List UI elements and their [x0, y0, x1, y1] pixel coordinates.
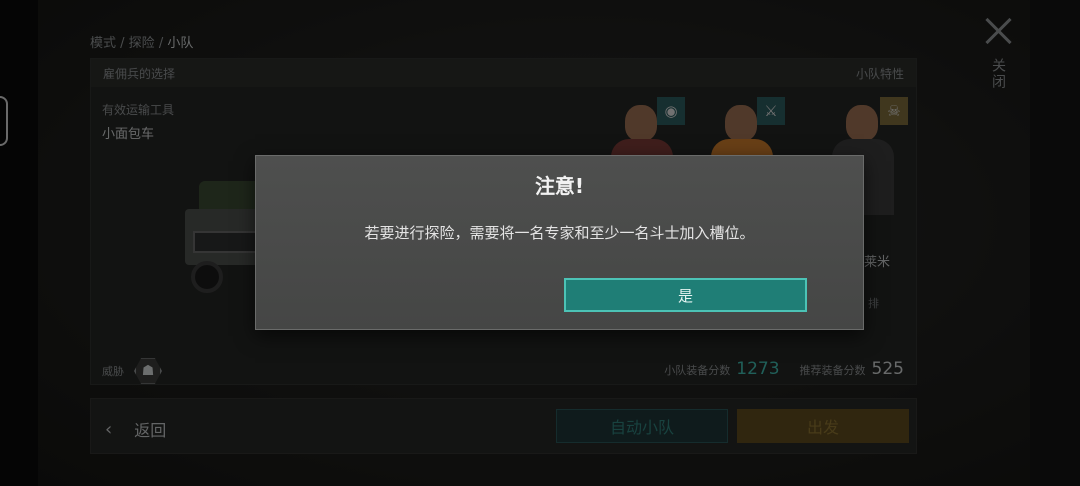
- warning-dialog: 注意! 若要进行探险，需要将一名专家和至少一名斗士加入槽位。 是: [255, 155, 864, 330]
- yes-button[interactable]: 是: [564, 278, 807, 312]
- side-notch: [0, 96, 8, 146]
- dialog-title: 注意!: [534, 174, 585, 198]
- dialog-message: 若要进行探险，需要将一名专家和至少一名斗士加入槽位。: [364, 224, 755, 242]
- right-screen-edge: [1030, 0, 1080, 486]
- left-screen-edge: [0, 0, 38, 486]
